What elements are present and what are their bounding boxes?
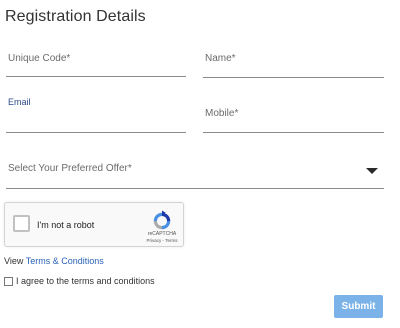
- name-field[interactable]: Name*: [203, 40, 384, 78]
- terms-link[interactable]: Terms & Conditions: [26, 256, 104, 266]
- view-prefix: View: [4, 256, 24, 266]
- agree-label: I agree to the terms and conditions: [16, 276, 155, 286]
- mobile-underline: [203, 132, 384, 133]
- unique-code-underline: [6, 76, 186, 77]
- recaptcha-links[interactable]: Privacy - Terms: [140, 238, 184, 243]
- form-title: Registration Details: [5, 8, 146, 25]
- mobile-label: Mobile*: [205, 108, 239, 119]
- recaptcha-logo-icon: [153, 210, 171, 230]
- recaptcha-checkbox[interactable]: [13, 215, 30, 232]
- recaptcha-label: I'm not a robot: [37, 220, 95, 230]
- view-terms: View Terms & Conditions: [4, 256, 104, 266]
- mobile-field[interactable]: Mobile*: [203, 95, 384, 133]
- submit-button[interactable]: Submit: [334, 295, 383, 318]
- email-field[interactable]: Email: [6, 90, 186, 133]
- caret-down-icon[interactable]: [366, 168, 378, 174]
- recaptcha-widget: I'm not a robot reCAPTCHA Privacy - Term…: [4, 202, 184, 247]
- offer-select[interactable]: Select Your Preferred Offer*: [6, 150, 384, 189]
- offer-underline: [6, 188, 384, 189]
- name-label: Name*: [205, 53, 236, 64]
- email-label: Email: [8, 97, 31, 107]
- agree-row[interactable]: I agree to the terms and conditions: [4, 276, 155, 286]
- unique-code-field[interactable]: Unique Code*: [6, 40, 186, 77]
- agree-checkbox[interactable]: [4, 276, 13, 286]
- email-underline: [6, 132, 186, 133]
- recaptcha-brand: reCAPTCHA: [147, 231, 177, 237]
- unique-code-label: Unique Code*: [8, 53, 71, 64]
- offer-placeholder: Select Your Preferred Offer*: [8, 163, 132, 174]
- name-underline: [203, 77, 384, 78]
